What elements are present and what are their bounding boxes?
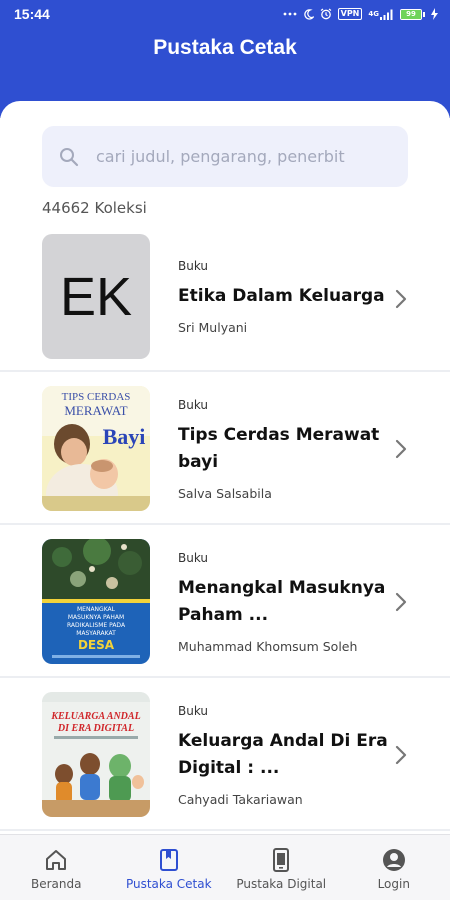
book-author: Muhammad Khomsum Soleh: [178, 639, 358, 654]
chevron-right-icon[interactable]: [394, 591, 408, 613]
chevron-right-icon[interactable]: [394, 438, 408, 460]
book-title: Keluarga Andal Di Era Digital : ...: [178, 731, 388, 778]
cover-text-line: DI ERA DIGITAL: [57, 723, 134, 734]
book-title: Etika Dalam Keluarga: [178, 286, 385, 306]
nav-label: Login: [377, 877, 410, 891]
book-cover-image: KELUARGA ANDAL DI ERA DIGITAL: [42, 692, 150, 817]
cover-text-line: MASYARAKAT: [76, 630, 116, 637]
nav-label: Beranda: [31, 877, 82, 891]
book-cover: EK: [42, 234, 150, 359]
book-cover: TIPS CERDAS MERAWAT Bayi: [42, 386, 150, 511]
cover-text-line: TIPS CERDAS: [62, 391, 131, 403]
cover-text-line: KELUARGA ANDAL: [50, 711, 140, 722]
book-list: EK Buku Etika Dalam Keluarga Sri Mulyani…: [0, 228, 450, 831]
book-info: Buku Etika Dalam Keluarga Sri Mulyani: [178, 259, 388, 335]
book-author: Salva Salsabila: [178, 486, 272, 501]
book-category: Buku: [178, 398, 209, 412]
dots-icon: [283, 11, 297, 17]
book-category: Buku: [178, 259, 209, 273]
book-title: Tips Cerdas Merawat bayi: [178, 425, 380, 472]
alarm-icon: [320, 8, 332, 20]
book-author: Cahyadi Takariawan: [178, 792, 303, 807]
search-icon: [60, 147, 79, 166]
network-label: 4G: [368, 10, 379, 18]
page-title: Pustaka Cetak: [153, 36, 297, 59]
search-bar[interactable]: [42, 126, 408, 187]
status-icons: VPN 4G 99: [283, 8, 438, 20]
book-cover: MENANGKAL MASUKNYA PAHAM RADIKALISME PAD…: [42, 539, 150, 664]
vpn-icon: VPN: [337, 8, 363, 20]
cover-text-line: RADIKALISME PADA: [67, 622, 126, 629]
nav-item-login[interactable]: Login: [338, 835, 450, 900]
signal-icon: 4G: [368, 9, 394, 20]
nav-item-beranda[interactable]: Beranda: [0, 835, 113, 900]
book-info: Buku Tips Cerdas Merawat bayi Salva Sals…: [178, 398, 388, 501]
battery-icon: 99: [400, 8, 425, 20]
chevron-right-icon[interactable]: [394, 744, 408, 766]
chevron-right-icon[interactable]: [394, 288, 408, 310]
charging-icon: [431, 8, 438, 20]
list-item[interactable]: EK Buku Etika Dalam Keluarga Sri Mulyani: [0, 228, 450, 372]
cover-text-line: MERAWAT: [64, 403, 127, 418]
status-time: 15:44: [14, 6, 50, 22]
book-cover-image: MENANGKAL MASUKNYA PAHAM RADIKALISME PAD…: [42, 539, 150, 664]
nav-label: Pustaka Cetak: [125, 877, 212, 891]
book-title: Menangkal Masuknya Paham ...: [178, 578, 386, 625]
book-cover-image: TIPS CERDAS MERAWAT Bayi: [42, 386, 150, 511]
content-sheet: 44662 Koleksi EK Buku Etika Dalam Keluar…: [0, 101, 450, 834]
nav-label: Pustaka Digital: [236, 877, 327, 891]
book-cover: KELUARGA ANDAL DI ERA DIGITAL: [42, 692, 150, 817]
book-category: Buku: [178, 704, 209, 718]
cover-text-line: MASUKNYA PAHAM: [68, 614, 124, 621]
list-item[interactable]: MENANGKAL MASUKNYA PAHAM RADIKALISME PAD…: [0, 525, 450, 678]
list-item[interactable]: KELUARGA ANDAL DI ERA DIGITAL Buku Kelua…: [0, 678, 450, 831]
book-icon: [159, 849, 178, 871]
nav-item-pustaka-cetak[interactable]: Pustaka Cetak: [113, 835, 226, 900]
list-item[interactable]: TIPS CERDAS MERAWAT Bayi Buku Tips Cerda…: [0, 372, 450, 525]
cover-text-line: DESA: [78, 638, 115, 652]
home-icon: [46, 850, 67, 870]
nav-item-pustaka-digital[interactable]: Pustaka Digital: [225, 835, 338, 900]
cover-text-line: MENANGKAL: [77, 606, 116, 613]
book-info: Buku Keluarga Andal Di Era Digital : ...…: [178, 704, 388, 807]
bottom-nav: Beranda Pustaka Cetak Pustaka Digital Lo…: [0, 834, 450, 900]
status-bar: 15:44 VPN 4G 99: [0, 0, 450, 28]
search-input[interactable]: [96, 147, 376, 166]
cover-initials: EK: [59, 266, 133, 327]
cover-text-line: Bayi: [103, 424, 146, 449]
book-author: Sri Mulyani: [178, 320, 248, 335]
battery-level: 99: [406, 9, 416, 18]
book-category: Buku: [178, 551, 209, 565]
tablet-icon: [273, 848, 290, 872]
user-icon: [382, 849, 405, 871]
book-info: Buku Menangkal Masuknya Paham ... Muhamm…: [178, 551, 388, 654]
collection-count: 44662 Koleksi: [42, 199, 147, 217]
moon-icon: [303, 8, 314, 20]
